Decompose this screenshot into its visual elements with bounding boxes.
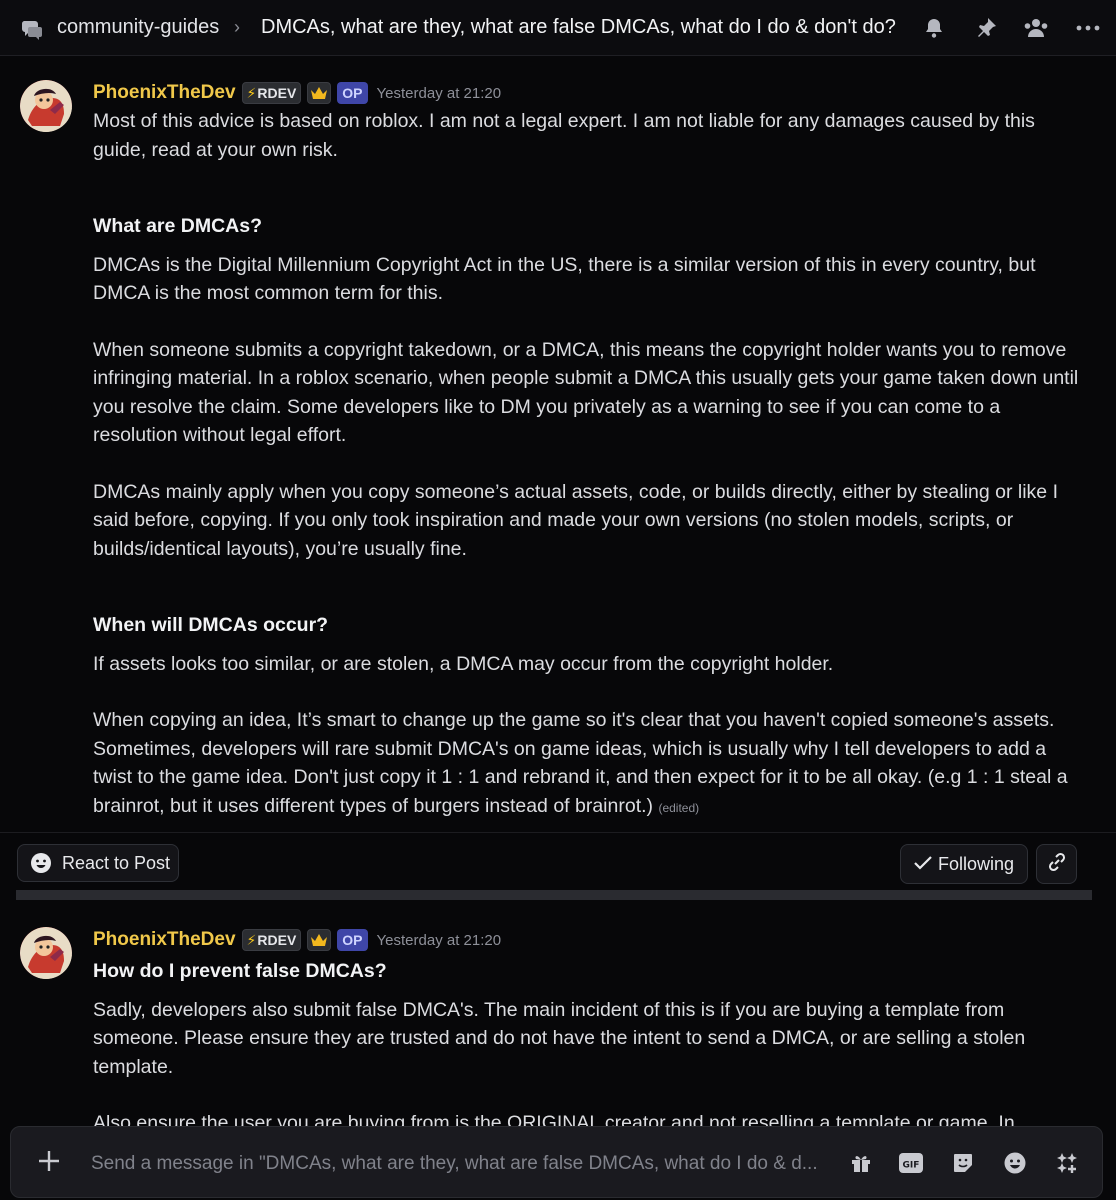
heading: When will DMCAs occur? xyxy=(93,614,329,636)
paragraph-text: When copying an idea, It’s smart to chan… xyxy=(93,709,1068,817)
op-badge: OP xyxy=(337,82,368,104)
plus-icon[interactable] xyxy=(33,1145,65,1177)
lightning-icon: ⚡ xyxy=(246,84,257,101)
message-content: Most of this advice is based on roblox. … xyxy=(93,107,1083,822)
heading: How do I prevent false DMCAs? xyxy=(93,960,387,982)
message-composer: GIF xyxy=(10,1126,1103,1198)
check-icon xyxy=(914,854,932,875)
heading: What are DMCAs? xyxy=(93,215,263,237)
more-icon[interactable] xyxy=(1074,14,1102,42)
paragraph: If assets looks too similar, or are stol… xyxy=(93,652,834,675)
paragraph: DMCAs is the Digital Millennium Copyrigh… xyxy=(93,253,1036,305)
message-input[interactable] xyxy=(91,1151,831,1177)
paragraph: Sadly, developers also submit false DMCA… xyxy=(93,998,1026,1078)
paragraph: Most of this advice is based on roblox. … xyxy=(93,110,1035,161)
chevron-right-icon: › xyxy=(234,17,240,37)
react-to-post-button[interactable]: React to Post xyxy=(17,844,179,882)
paragraph: DMCAs mainly apply when you copy someone… xyxy=(93,480,1058,560)
gif-label: GIF xyxy=(903,1161,920,1171)
forum-icon xyxy=(20,17,44,41)
post-actions-bar: React to Post Following xyxy=(0,832,1116,890)
following-button[interactable]: Following xyxy=(900,844,1028,884)
react-label: React to Post xyxy=(62,852,171,873)
message-header: PhoenixTheDev ⚡ RDEV OP Yesterday at 21:2… xyxy=(93,80,501,106)
following-label: Following xyxy=(937,853,1015,874)
avatar[interactable] xyxy=(20,80,72,132)
post-divider xyxy=(16,890,1092,900)
channel-name[interactable]: community-guides xyxy=(57,16,219,39)
crown-icon xyxy=(307,82,332,104)
role-tag-rdev: ⚡ RDEV xyxy=(241,929,302,951)
thread-title: DMCAs, what are they, what are false DMC… xyxy=(261,16,896,38)
emoji-icon[interactable] xyxy=(1001,1149,1029,1177)
message-header: PhoenixTheDev ⚡ RDEV OP Yesterday at 21:2… xyxy=(93,927,501,953)
smile-icon xyxy=(30,852,52,874)
message-content: How do I prevent false DMCAs? Sadly, dev… xyxy=(93,957,1083,1081)
rdev-label: RDEV xyxy=(257,932,297,948)
role-tag-rdev: ⚡ RDEV xyxy=(241,82,302,104)
apps-icon[interactable] xyxy=(1053,1149,1081,1177)
gift-icon[interactable] xyxy=(847,1149,875,1177)
op-badge: OP xyxy=(337,929,368,951)
timestamp: Yesterday at 21:20 xyxy=(376,931,502,949)
lightning-icon: ⚡ xyxy=(246,931,257,948)
paragraph: When someone submits a copyright takedow… xyxy=(93,338,1079,447)
timestamp: Yesterday at 21:20 xyxy=(376,84,502,102)
pin-icon[interactable] xyxy=(972,14,1000,42)
sticker-icon[interactable] xyxy=(949,1149,977,1177)
paragraph: When copying an idea, It’s smart to chan… xyxy=(93,706,1083,822)
link-icon xyxy=(1047,852,1067,877)
username[interactable]: PhoenixTheDev xyxy=(93,82,236,104)
gif-icon[interactable]: GIF xyxy=(897,1149,925,1177)
members-icon[interactable] xyxy=(1022,14,1050,42)
username[interactable]: PhoenixTheDev xyxy=(93,929,236,951)
avatar[interactable] xyxy=(20,927,72,979)
rdev-label: RDEV xyxy=(257,85,297,101)
crown-icon xyxy=(307,929,332,951)
bell-icon[interactable] xyxy=(920,14,948,42)
copy-link-button[interactable] xyxy=(1036,844,1077,884)
thread-header: community-guides › DMCAs, what are they,… xyxy=(0,0,1116,56)
edited-indicator: (edited) xyxy=(658,800,700,815)
